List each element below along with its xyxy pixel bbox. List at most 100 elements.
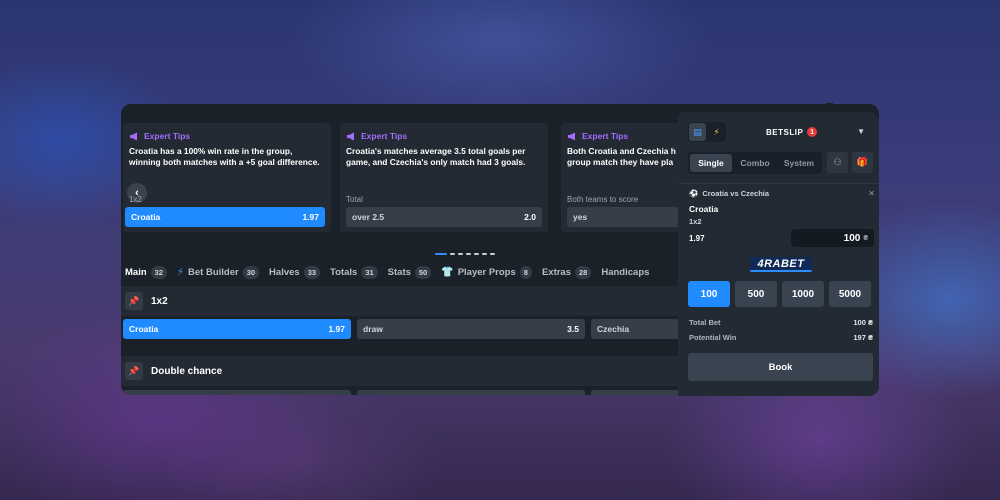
- odds-button[interactable]: draw 3.5: [357, 319, 585, 339]
- tab-bet-builder[interactable]: ⚡ Bet Builder 30: [176, 265, 260, 279]
- tab-label: Totals: [330, 266, 358, 278]
- tab-count: 32: [150, 265, 167, 279]
- betslip-panel: ▤ ⚡ BETSLIP 1 ▼ Single Combo System ⚇ 🎁 …: [678, 112, 879, 396]
- tab-label: Bet Builder: [188, 266, 239, 278]
- book-button[interactable]: Book: [688, 353, 873, 381]
- tab-count: 31: [361, 265, 378, 279]
- quick-stake-button[interactable]: 5000: [829, 281, 871, 307]
- tip-text: Croatia's matches average 3.5 total goal…: [346, 146, 526, 167]
- market-tabs: Main 32 ⚡ Bet Builder 30 Halves 33 Total…: [125, 263, 649, 281]
- expert-tip-card: Expert Tips Croatia's matches average 3.…: [340, 123, 548, 232]
- shared-bets-icon[interactable]: ⚇: [827, 152, 848, 173]
- outcome-label: draw: [363, 324, 383, 334]
- carousel-dot[interactable]: [474, 253, 479, 255]
- megaphone-icon: [130, 132, 137, 140]
- pin-icon[interactable]: 📌: [125, 362, 143, 380]
- betslip-list-icon[interactable]: ▤: [689, 123, 706, 141]
- tip-selection: yes: [573, 212, 588, 222]
- jersey-icon: 👕: [441, 266, 454, 278]
- lightning-icon[interactable]: ⚡: [708, 123, 725, 141]
- tab-count: 30: [242, 265, 260, 279]
- betslip-title: BETSLIP 1: [766, 127, 818, 137]
- tip-header: Expert Tips: [361, 131, 408, 141]
- tab-label: Handicaps: [601, 266, 650, 278]
- mode-combo[interactable]: Combo: [734, 154, 776, 172]
- outcome-label: Czechia: [597, 324, 630, 334]
- megaphone-icon: [347, 132, 354, 140]
- tip-market: Both teams to score: [567, 195, 639, 204]
- bet-event: ⚽ Croatia vs Czechia: [689, 189, 769, 198]
- betslip-view-toggle: ▤ ⚡: [688, 122, 726, 142]
- bet-type-selector: Single Combo System: [688, 152, 822, 174]
- potential-win-value: 197 ₴: [853, 333, 873, 342]
- soccer-ball-icon: ⚽: [689, 189, 699, 198]
- tab-halves[interactable]: Halves 33: [269, 265, 321, 279]
- betslip-count-badge: 1: [807, 127, 818, 137]
- tip-odds-button[interactable]: Croatia 1.97: [125, 207, 325, 227]
- betslip-title-text: BETSLIP: [766, 127, 804, 137]
- stake-input[interactable]: 100 ₴: [791, 229, 874, 247]
- tab-count: 33: [303, 265, 321, 279]
- tip-odds-button[interactable]: over 2.5 2.0: [346, 207, 542, 227]
- event-name: Croatia vs Czechia: [702, 189, 770, 198]
- carousel-dot[interactable]: [466, 253, 471, 255]
- tab-player-props[interactable]: 👕 Player Props 8: [441, 265, 532, 279]
- odds-button[interactable]: [357, 390, 585, 395]
- total-bet-row: Total Bet 100 ₴: [689, 318, 873, 327]
- market-title: Double chance: [151, 365, 223, 377]
- tab-label: Extras: [541, 266, 572, 278]
- mode-single[interactable]: Single: [690, 154, 732, 172]
- close-icon[interactable]: ✕: [868, 189, 875, 198]
- tab-label: Player Props: [457, 266, 516, 278]
- odds-button[interactable]: [123, 390, 351, 395]
- gift-icon[interactable]: 🎁: [852, 152, 873, 173]
- quick-stake-button[interactable]: 100: [688, 281, 730, 307]
- tab-count: 28: [575, 265, 592, 279]
- tab-handicaps[interactable]: Handicaps: [601, 267, 649, 278]
- carousel-dot[interactable]: [450, 253, 455, 255]
- tab-stats[interactable]: Stats 50: [387, 265, 432, 279]
- tab-count: 8: [519, 265, 532, 279]
- tab-label: Halves: [269, 266, 300, 278]
- chevron-down-icon[interactable]: ▼: [857, 127, 865, 136]
- tip-header: Expert Tips: [582, 131, 629, 141]
- tip-selection: over 2.5: [352, 212, 385, 222]
- expert-tip-card: Expert Tips Croatia has a 100% win rate …: [123, 123, 331, 232]
- quick-stake-buttons: 100 500 1000 5000: [688, 281, 871, 307]
- bet-selection: Croatia: [689, 204, 719, 214]
- stake-value: 100: [843, 232, 861, 244]
- bet-odds: 1.97: [689, 234, 705, 243]
- bet-market: 1x2: [689, 217, 702, 226]
- carousel-dot[interactable]: [490, 253, 495, 255]
- outcome-odds: 1.97: [328, 324, 345, 334]
- pin-icon[interactable]: 📌: [125, 292, 143, 310]
- tab-label: Stats: [387, 266, 411, 278]
- tip-selection: Croatia: [131, 212, 161, 222]
- expert-tip-card: Expert Tips Both Croatia and Czechia h g…: [561, 123, 681, 232]
- tip-odds-value: 2.0: [524, 212, 536, 222]
- potential-win-label: Potential Win: [689, 333, 737, 342]
- total-bet-label: Total Bet: [689, 318, 721, 327]
- odds-button[interactable]: Croatia 1.97: [123, 319, 351, 339]
- bet-builder-icon: ⚡: [176, 266, 185, 278]
- tip-market: 1x2: [129, 195, 142, 204]
- carousel-dot[interactable]: [482, 253, 487, 255]
- tip-odds-button[interactable]: yes: [567, 207, 681, 227]
- carousel-dot[interactable]: [435, 253, 447, 255]
- carousel-dot[interactable]: [458, 253, 463, 255]
- quick-stake-button[interactable]: 500: [735, 281, 777, 307]
- brand-logo: 4RABET: [750, 257, 812, 272]
- currency-symbol: ₴: [863, 234, 868, 242]
- tip-text: Both Croatia and Czechia h group match t…: [567, 146, 676, 167]
- tip-header: Expert Tips: [144, 131, 191, 141]
- carousel-indicator: [435, 253, 495, 255]
- tip-text: Croatia has a 100% win rate in the group…: [129, 146, 320, 167]
- tab-label: Main: [125, 266, 147, 278]
- tab-totals[interactable]: Totals 31: [330, 265, 378, 279]
- tab-main[interactable]: Main 32: [125, 265, 167, 279]
- tab-extras[interactable]: Extras 28: [541, 265, 592, 279]
- tip-market: Total: [346, 195, 363, 204]
- quick-stake-button[interactable]: 1000: [782, 281, 824, 307]
- outcome-odds: 3.5: [567, 324, 579, 334]
- mode-system[interactable]: System: [778, 154, 820, 172]
